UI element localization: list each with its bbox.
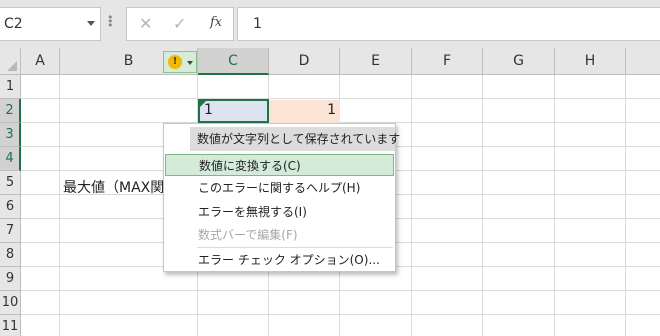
gridline <box>21 98 660 99</box>
close-icon[interactable]: ✕ <box>139 14 152 33</box>
cell-c2[interactable]: 1 <box>198 99 269 123</box>
menu-item-edit-in-formula-bar: 数式バーで編集(F) <box>198 228 298 242</box>
row-header-1[interactable]: 1 <box>0 75 21 99</box>
formula-value: 1 <box>253 16 262 32</box>
column-header-i[interactable] <box>626 48 660 75</box>
column-header-h[interactable]: H <box>555 48 626 75</box>
row-header-10[interactable]: 10 <box>0 291 21 315</box>
name-box-value: C2 <box>4 16 23 32</box>
row-header-4[interactable]: 4 <box>0 147 21 171</box>
grip-icon: • • • <box>107 11 113 32</box>
cell-d2-value: 1 <box>327 102 336 118</box>
gridline <box>59 75 60 336</box>
select-all-button[interactable] <box>0 48 21 75</box>
column-header-d[interactable]: D <box>269 48 340 75</box>
row-header-6[interactable]: 6 <box>0 195 21 219</box>
check-icon[interactable]: ✓ <box>173 14 186 33</box>
row-header-2[interactable]: 2 <box>0 99 21 123</box>
column-header-c[interactable]: C <box>198 48 269 75</box>
menu-item-ignore-error[interactable]: エラーを無視する(I) <box>165 201 394 223</box>
gridline <box>625 75 626 336</box>
gridline <box>554 75 555 336</box>
gridline <box>411 75 412 336</box>
chevron-down-icon[interactable] <box>87 21 95 26</box>
row-header-8[interactable]: 8 <box>0 243 21 267</box>
column-header-a[interactable]: A <box>21 48 60 75</box>
cell-c2-value: 1 <box>204 102 213 118</box>
row-header-5[interactable]: 5 <box>0 171 21 195</box>
error-context-menu: 数値が文字列として保存されています 数値に変換する(C) このエラーに関するヘル… <box>163 123 400 272</box>
gridline <box>21 290 660 291</box>
insert-function-icon[interactable]: fx <box>210 15 222 30</box>
formula-bar: C2 • • • ✕ ✓ fx 1 <box>0 0 660 48</box>
row-header-7[interactable]: 7 <box>0 219 21 243</box>
formula-input[interactable]: 1 <box>237 7 660 41</box>
column-header-f[interactable]: F <box>412 48 483 75</box>
menu-item-help[interactable]: このエラーに関するヘルプ(H) <box>165 177 394 199</box>
name-box[interactable]: C2 <box>0 7 101 41</box>
chevron-down-icon <box>187 61 193 65</box>
row-header-11[interactable]: 11 <box>0 315 21 336</box>
row-header-9[interactable]: 9 <box>0 267 21 291</box>
formula-buttons: ✕ ✓ fx <box>126 7 234 41</box>
menu-item-error-checking-options[interactable]: エラー チェック オプション(O)... <box>165 249 394 271</box>
menu-item-convert-to-number[interactable]: 数値に変換する(C) <box>165 154 394 176</box>
warning-icon: ! <box>168 55 182 69</box>
column-header-e[interactable]: E <box>340 48 412 75</box>
gridline <box>482 75 483 336</box>
cell-d2[interactable]: 1 <box>269 100 340 123</box>
menu-separator <box>197 247 393 248</box>
column-header-g[interactable]: G <box>483 48 555 75</box>
row-header-3[interactable]: 3 <box>0 123 21 147</box>
cell-b5[interactable]: 最大値（MAX関 <box>63 177 164 197</box>
menu-header: 数値が文字列として保存されています <box>190 127 400 151</box>
gridline <box>21 314 660 315</box>
error-check-button[interactable]: ! <box>163 51 197 73</box>
